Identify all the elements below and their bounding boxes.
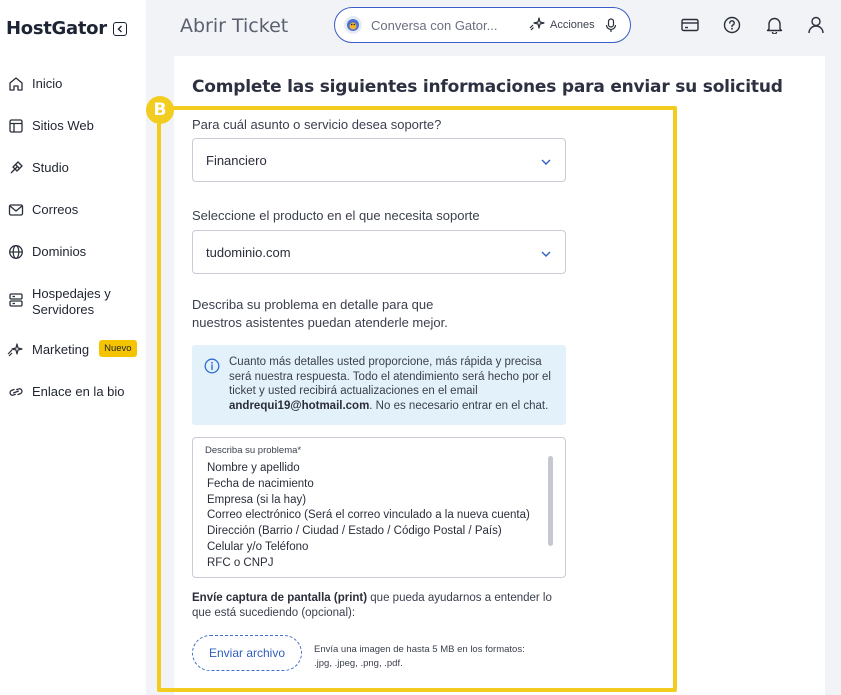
sidebar-item-enlace-bio[interactable]: Enlace en la bio [0, 383, 125, 400]
label-line-2: Servidores [32, 302, 95, 317]
info-text-main: Cuanto más detalles usted proporcione, m… [229, 356, 551, 397]
sidebar-item-correos[interactable]: Correos [0, 201, 78, 218]
textarea-line: Fecha de nacimiento [207, 477, 314, 490]
sidebar-item-marketing[interactable]: Marketing Nuevo [0, 340, 137, 358]
sidebar-item-label: Sitios Web [32, 118, 94, 133]
user-profile-icon[interactable] [807, 16, 825, 34]
new-badge: Nuevo [99, 340, 137, 357]
sidebar-item-sitios-web[interactable]: Sitios Web [0, 117, 94, 134]
textarea-line: Nombre y apellido [207, 462, 300, 474]
sidebar-item-label: Correos [32, 202, 79, 217]
description-line-2: nuestros asistentes puedan atenderle mej… [192, 315, 448, 330]
sparkle-icon [529, 16, 545, 34]
microphone-icon[interactable] [605, 17, 617, 33]
problem-description-textarea[interactable]: Describa su problema* Nombre y apellido … [192, 437, 566, 578]
sidebar-item-inicio[interactable]: Inicio [0, 75, 62, 92]
upload-hint-line-2: .jpg, .jpeg, .png, .pdf. [314, 657, 403, 669]
chevron-down-icon [541, 153, 551, 168]
globe-icon [7, 243, 24, 260]
sidebar-item-label: Inicio [32, 76, 63, 91]
info-text-end: . No es necesario entrar en el chat. [369, 399, 549, 412]
home-icon [7, 75, 24, 92]
logo[interactable]: HostGator [6, 18, 127, 39]
actions-button[interactable]: Acciones [529, 16, 595, 34]
gator-search-bar[interactable]: Acciones [334, 7, 631, 43]
sparkle-icon [7, 341, 24, 358]
subject-select-value: Financiero [206, 152, 267, 168]
product-label: Seleccione el producto en el que necesit… [192, 208, 480, 223]
actions-label: Acciones [550, 19, 595, 31]
logo-text: HostGator [6, 18, 107, 39]
info-notice: Cuanto más detalles usted proporcione, m… [192, 345, 566, 425]
billing-card-icon[interactable] [681, 16, 699, 34]
info-email: andrequi19@hotmail.com [229, 399, 370, 412]
textarea-line: Dirección (Barrio / Ciudad / Estado / Có… [207, 525, 502, 538]
label-line-1: Hospedajes y [32, 286, 111, 301]
search-input[interactable] [371, 17, 521, 33]
textarea-line: Celular y/o Teléfono [207, 540, 309, 553]
textarea-line: Correo electrónico (Será el correo vincu… [207, 509, 530, 522]
form-heading: Complete las siguientes informaciones pa… [192, 77, 783, 97]
collapse-sidebar-icon[interactable] [112, 21, 127, 36]
upload-instructions-bold: Envíe captura de pantalla (print) [192, 592, 368, 604]
mail-icon [7, 201, 24, 218]
textarea-content[interactable]: Nombre y apellido Fecha de nacimiento Em… [207, 461, 530, 572]
sidebar-item-label: Hospedajes y Servidores [32, 285, 111, 318]
textarea-line: RFC o CNPJ [207, 556, 274, 569]
page-title: Abrir Ticket [180, 15, 289, 37]
sidebar-item-hospedajes[interactable]: Hospedajes y Servidores [0, 285, 111, 318]
notifications-bell-icon[interactable] [765, 16, 783, 34]
upload-format-hint: Envía una imagen de hasta 5 MB en los fo… [314, 643, 544, 670]
help-icon[interactable] [723, 16, 741, 34]
sidebar: HostGator Inicio Sitios Web Studio Corre… [0, 0, 146, 695]
sidebar-item-label: Enlace en la bio [32, 384, 125, 399]
product-select[interactable]: tudominio.com [192, 230, 566, 274]
studio-icon [7, 159, 24, 176]
textarea-line: Empresa (si la hay) [207, 493, 307, 506]
gator-avatar-icon [344, 16, 362, 34]
step-badge: B [146, 96, 174, 124]
upload-file-button[interactable]: Enviar archivo [192, 635, 302, 671]
link-icon [7, 383, 24, 400]
sidebar-item-label: Studio [32, 160, 69, 175]
sidebar-item-label: Marketing [32, 342, 90, 357]
textarea-label: Describa su problema* [205, 445, 302, 456]
subject-select[interactable]: Financiero [192, 138, 566, 182]
upload-instructions: Envíe captura de pantalla (print) que pu… [192, 591, 572, 621]
info-icon [204, 358, 221, 375]
sidebar-item-studio[interactable]: Studio [0, 159, 69, 176]
textarea-scrollbar[interactable] [548, 456, 553, 546]
sidebar-item-dominios[interactable]: Dominios [0, 243, 86, 260]
product-select-value: tudominio.com [206, 244, 291, 260]
description-instructions: Describa su problema en detalle para que… [192, 296, 492, 332]
chevron-down-icon [541, 245, 551, 260]
description-line-1: Describa su problema en detalle para que [192, 297, 434, 312]
upload-hint-line-1: Envía una imagen de hasta 5 MB en los fo… [314, 644, 525, 655]
server-icon [7, 291, 24, 308]
browser-icon [7, 117, 24, 134]
sidebar-item-label: Dominios [32, 244, 87, 259]
info-text: Cuanto más detalles usted proporcione, m… [229, 355, 554, 425]
subject-label: Para cuál asunto o servicio desea soport… [192, 117, 442, 132]
